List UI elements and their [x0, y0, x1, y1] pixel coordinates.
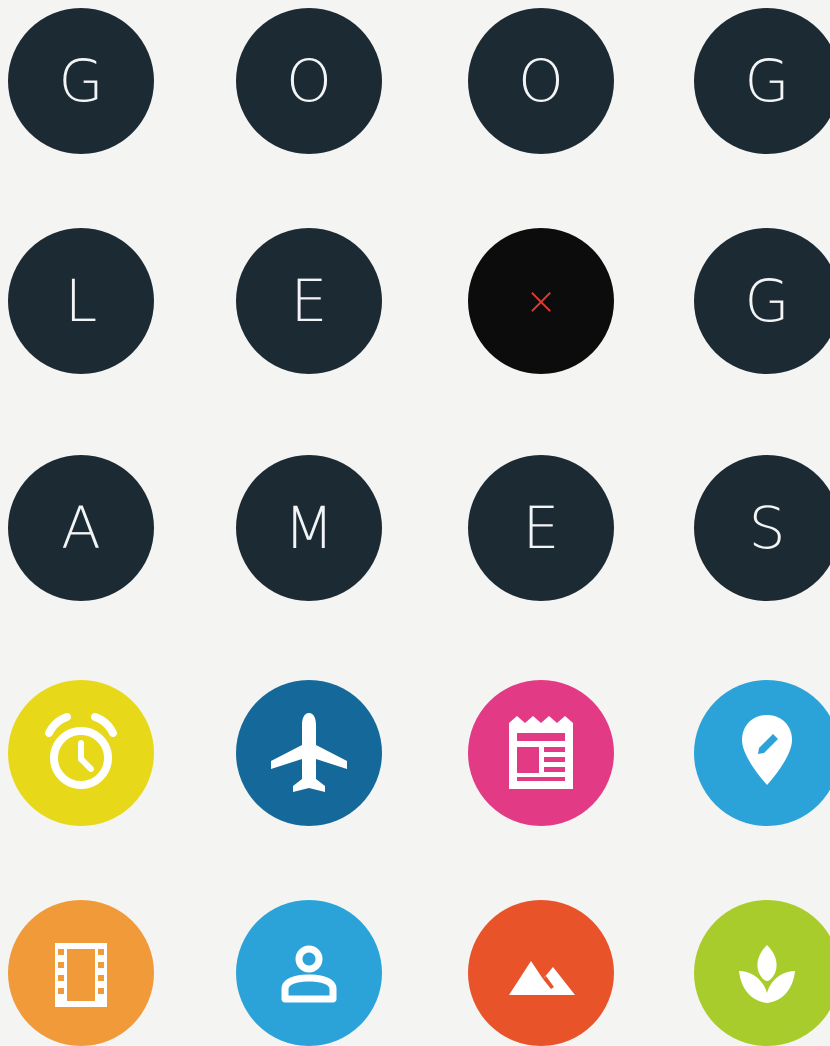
- letter-g: G: [744, 47, 790, 115]
- person-icon: [281, 945, 337, 1003]
- letter-e: E: [522, 494, 560, 562]
- alarm-clock-icon: [45, 713, 117, 789]
- letter-e: E: [290, 267, 328, 335]
- news-app-button[interactable]: [468, 680, 614, 826]
- alarm-app-button[interactable]: [8, 680, 154, 826]
- letter-g: G: [744, 267, 790, 335]
- letter-tile-m[interactable]: M: [236, 455, 382, 601]
- letter-tile-o-1[interactable]: O: [236, 8, 382, 154]
- movies-app-button[interactable]: [8, 900, 154, 1046]
- newspaper-icon: [509, 716, 573, 789]
- letter-tile-e-2[interactable]: E: [468, 455, 614, 601]
- letter-tile-g-3[interactable]: G: [694, 228, 830, 374]
- fit-app-button[interactable]: [694, 900, 830, 1046]
- photos-app-button[interactable]: [468, 900, 614, 1046]
- close-icon: ×: [525, 279, 557, 323]
- film-strip-icon: [55, 943, 107, 1007]
- maps-app-button[interactable]: [694, 680, 830, 826]
- letter-g: G: [58, 47, 104, 115]
- close-button[interactable]: ×: [468, 228, 614, 374]
- letter-m: M: [283, 494, 335, 562]
- letter-o: O: [518, 47, 564, 115]
- map-pin-pencil-icon: [742, 715, 792, 785]
- letter-tile-l[interactable]: L: [8, 228, 154, 374]
- letter-tile-g-2[interactable]: G: [694, 8, 830, 154]
- letter-tile-e-1[interactable]: E: [236, 228, 382, 374]
- flight-app-button[interactable]: [236, 680, 382, 826]
- letter-a: A: [61, 494, 101, 562]
- airplane-icon: [271, 713, 347, 792]
- mountains-icon: [509, 961, 575, 995]
- leaf-icon: [739, 945, 795, 1003]
- letter-l: L: [64, 267, 98, 335]
- letter-tile-g-1[interactable]: G: [8, 8, 154, 154]
- letter-s: S: [748, 494, 786, 562]
- letter-o: O: [286, 47, 332, 115]
- letter-tile-s[interactable]: S: [694, 455, 830, 601]
- contacts-app-button[interactable]: [236, 900, 382, 1046]
- letter-tile-o-2[interactable]: O: [468, 8, 614, 154]
- letter-tile-a[interactable]: A: [8, 455, 154, 601]
